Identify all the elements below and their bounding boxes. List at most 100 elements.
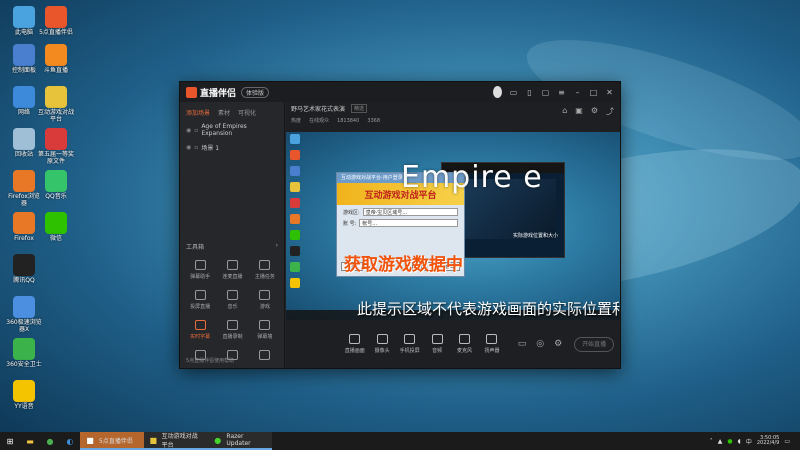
- taskbar-app-live[interactable]: ■ 5点直播伴侣: [80, 432, 144, 450]
- eye-icon[interactable]: ◉: [186, 144, 191, 151]
- tab-visual[interactable]: 可视化: [238, 108, 256, 117]
- logo-icon: [186, 86, 197, 98]
- desktop-icon[interactable]: YY语音: [6, 380, 42, 411]
- taskbar-app-platform[interactable]: ■ 互动游戏对战平台: [144, 432, 208, 450]
- gift-icon[interactable]: ⌂: [562, 106, 567, 117]
- settings-icon[interactable]: ⚙: [554, 339, 562, 349]
- control-icon: [349, 334, 361, 344]
- desktop-icon[interactable]: Firefox: [6, 212, 42, 243]
- firefox-icon: [13, 212, 35, 234]
- control-label: 音频: [432, 348, 443, 354]
- start-button[interactable]: ⊞: [0, 432, 20, 450]
- close-icon[interactable]: ✕: [605, 88, 614, 97]
- desktop-icon[interactable]: QQ音乐: [38, 170, 74, 201]
- stream-tag[interactable]: 精选: [351, 104, 368, 113]
- clock[interactable]: 3:50:05 2022/4/9: [757, 435, 779, 447]
- config-icon[interactable]: ⚙: [591, 106, 598, 117]
- chat-icon[interactable]: ▢: [541, 88, 550, 97]
- desktop-icon[interactable]: 控制面板: [6, 44, 42, 75]
- toolbox-item[interactable]: 音乐: [216, 290, 248, 310]
- tool-icon: [226, 260, 238, 270]
- desktop-icon[interactable]: 第五届一等奖原文件: [38, 128, 74, 166]
- desktop-icon-label: 360安全卫士: [6, 361, 42, 368]
- desktop-icon[interactable]: 此电脑: [6, 6, 42, 37]
- tray-ime-icon[interactable]: 中: [746, 437, 752, 446]
- record-icon[interactable]: ▣: [575, 106, 583, 117]
- desktop-icon[interactable]: 斗鱼直播: [38, 44, 74, 75]
- toolbox-label: 工具箱: [186, 244, 205, 251]
- control-label: 麦克风: [457, 348, 473, 354]
- toolbox-item[interactable]: [249, 350, 281, 363]
- help-link[interactable]: 5点直播伴侣使用帮助: [186, 357, 234, 364]
- lock-icon[interactable]: ▫: [194, 144, 198, 151]
- tray-network-icon[interactable]: ▲: [718, 438, 723, 445]
- account-input[interactable]: 帐号...: [359, 219, 458, 227]
- desktop-icon[interactable]: 网络: [6, 86, 42, 117]
- eye-icon[interactable]: ◉: [186, 127, 191, 134]
- lock-icon[interactable]: ▫: [194, 127, 198, 134]
- desktop-icon-label: Firefox: [14, 235, 34, 242]
- field-row: 账 号: 帐号...: [337, 216, 464, 227]
- game-platform-icon: [45, 86, 67, 108]
- desktop-icon[interactable]: 360极速浏览器X: [6, 296, 42, 334]
- share-icon[interactable]: ⤴: [606, 106, 614, 117]
- tab-materials[interactable]: 素材: [218, 108, 230, 117]
- phone-icon[interactable]: ▯: [525, 88, 534, 97]
- desktop-icon-label: 腾讯QQ: [13, 277, 35, 284]
- desktop-icon[interactable]: 腾讯QQ: [6, 254, 42, 285]
- toolbox-item[interactable]: 连麦直播: [216, 260, 248, 280]
- eye-icon[interactable]: ◎: [536, 339, 544, 349]
- tool-icon: [194, 260, 206, 270]
- toolbox-arrow-icon[interactable]: ›: [276, 242, 278, 251]
- start-live-button[interactable]: 开始直播: [574, 336, 615, 352]
- maximize-icon[interactable]: □: [589, 88, 598, 97]
- desktop-icon[interactable]: Firefox浏览器: [6, 170, 42, 208]
- avatar-icon[interactable]: [493, 86, 502, 98]
- notification-icon[interactable]: ▭: [784, 438, 790, 445]
- desktop-icon[interactable]: 互动游戏对战平台: [38, 86, 74, 124]
- minimize-icon[interactable]: –: [573, 88, 582, 97]
- desktop-icon-label: Firefox浏览器: [8, 193, 40, 207]
- control-button[interactable]: 麦克风: [451, 334, 478, 354]
- toolbox-item[interactable]: 实时字幕: [184, 320, 216, 340]
- camera-record-icon[interactable]: ▭: [518, 339, 527, 349]
- toolbox-item[interactable]: 直播录制: [216, 320, 248, 340]
- toolbox-item[interactable]: 主播任务: [249, 260, 281, 280]
- control-button[interactable]: 手机投屏: [396, 334, 423, 354]
- firefox-icon: [13, 170, 35, 192]
- toolbox-item[interactable]: 投屏直播: [184, 290, 216, 310]
- screen-icon[interactable]: ▭: [509, 88, 518, 97]
- tab-add-scene[interactable]: 添加场景: [186, 108, 210, 117]
- toolbox-item-label: 直播录制: [222, 334, 243, 340]
- control-button[interactable]: 直播画面: [341, 334, 368, 354]
- control-button[interactable]: 音频: [423, 334, 450, 354]
- scene-item[interactable]: ◉ ▫ Age of Empires Expansion: [180, 120, 284, 140]
- explorer-button[interactable]: ▬: [20, 432, 40, 450]
- control-button[interactable]: 扬声器: [478, 334, 505, 354]
- windows-icon: ⊞: [6, 436, 14, 446]
- taskbar-app-razer[interactable]: ● Razer Updater: [208, 432, 272, 450]
- live-app-icon: [45, 6, 67, 28]
- tray-wechat-icon[interactable]: ●: [727, 438, 732, 445]
- desktop-icon[interactable]: 微信: [38, 212, 74, 243]
- desktop-icon-label: 此电脑: [14, 29, 33, 36]
- desktop-icon[interactable]: 360安全卫士: [6, 338, 42, 369]
- toolbox-item[interactable]: 游戏: [249, 290, 281, 310]
- toolbox-item[interactable]: 弹幕助手: [184, 260, 216, 280]
- preview-canvas[interactable]: 实际游戏位置和大小 互动游戏对战平台-用户登录 互动游戏对战平台 游戏区: 皇帝…: [286, 132, 620, 322]
- version-badge[interactable]: 体验版: [241, 86, 270, 98]
- control-icon: [404, 334, 416, 344]
- title-actions: ▭ ▯ ▢ ≡ – □ ✕: [493, 86, 614, 98]
- ie-button[interactable]: ◐: [60, 432, 80, 450]
- scene-item[interactable]: ◉ ▫ 场景 1: [180, 140, 284, 155]
- settings-icon[interactable]: ≡: [557, 88, 566, 97]
- desktop-icon[interactable]: 回收站: [6, 128, 42, 159]
- tray-arrow-icon[interactable]: ˄: [710, 438, 713, 445]
- chrome-button[interactable]: ●: [40, 432, 60, 450]
- stream-title[interactable]: 野马艺术家花式表演: [291, 104, 345, 113]
- control-button[interactable]: 摄像头: [368, 334, 395, 354]
- zone-select[interactable]: 皇帝·宝贝区域号...: [362, 208, 458, 216]
- desktop-icon[interactable]: 5点直播伴侣: [38, 6, 74, 37]
- toolbox-item[interactable]: 弹幕墙: [249, 320, 281, 340]
- tray-volume-icon[interactable]: ◖: [738, 438, 741, 445]
